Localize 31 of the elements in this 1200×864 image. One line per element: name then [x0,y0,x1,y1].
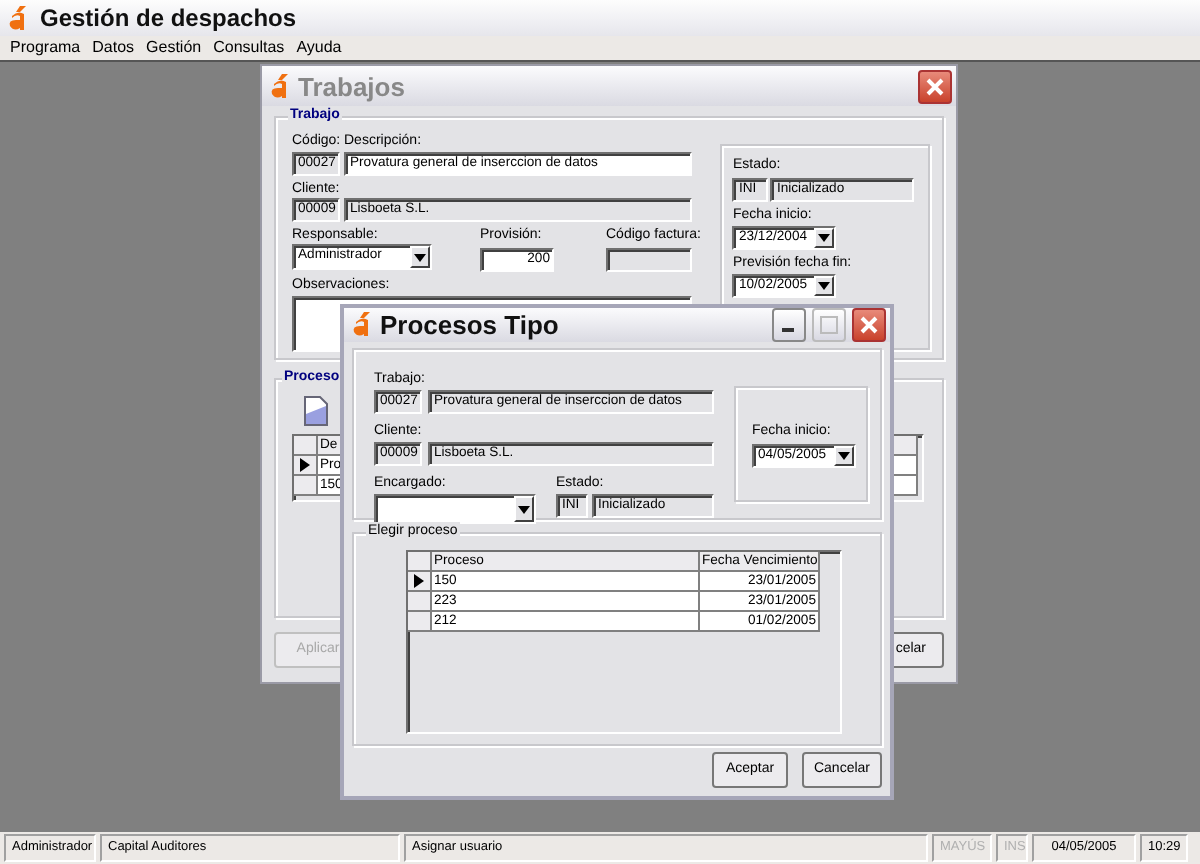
menu-item[interactable]: Datos [86,38,141,58]
invoice-code-field[interactable] [606,248,692,272]
row-header[interactable] [408,572,432,592]
logo-icon [270,73,292,99]
dropdown-arrow-icon [516,501,532,517]
row-selector-icon [414,574,424,588]
logo-icon [352,312,374,338]
minimize-button[interactable] [772,308,806,342]
menu-item[interactable]: Gestión [140,38,208,58]
row-selector-icon [300,458,310,472]
window-title: Trabajos [298,71,405,101]
window-title: Procesos Tipo [380,310,559,340]
close-icon [860,316,878,334]
logo-icon [8,5,30,31]
table-cell [894,456,918,476]
dropdown-arrow-icon [412,249,428,265]
close-icon [926,77,944,95]
close-button[interactable] [918,69,952,103]
menu-item[interactable]: Ayuda [290,38,348,58]
maximize-icon [820,316,838,334]
app-title: Gestión de despachos [40,4,297,32]
assignee-dropdown[interactable] [374,494,536,524]
document-icon [304,396,328,426]
dropdown-arrow-icon [816,278,833,294]
close-button[interactable] [852,308,886,342]
menu-item[interactable]: Programa [4,38,87,58]
table-cell [894,476,918,496]
row-header[interactable] [294,456,318,476]
dropdown-arrow-icon [816,230,833,246]
dropdown-arrow-icon [836,447,852,463]
menu-item[interactable]: Consultas [207,38,291,58]
